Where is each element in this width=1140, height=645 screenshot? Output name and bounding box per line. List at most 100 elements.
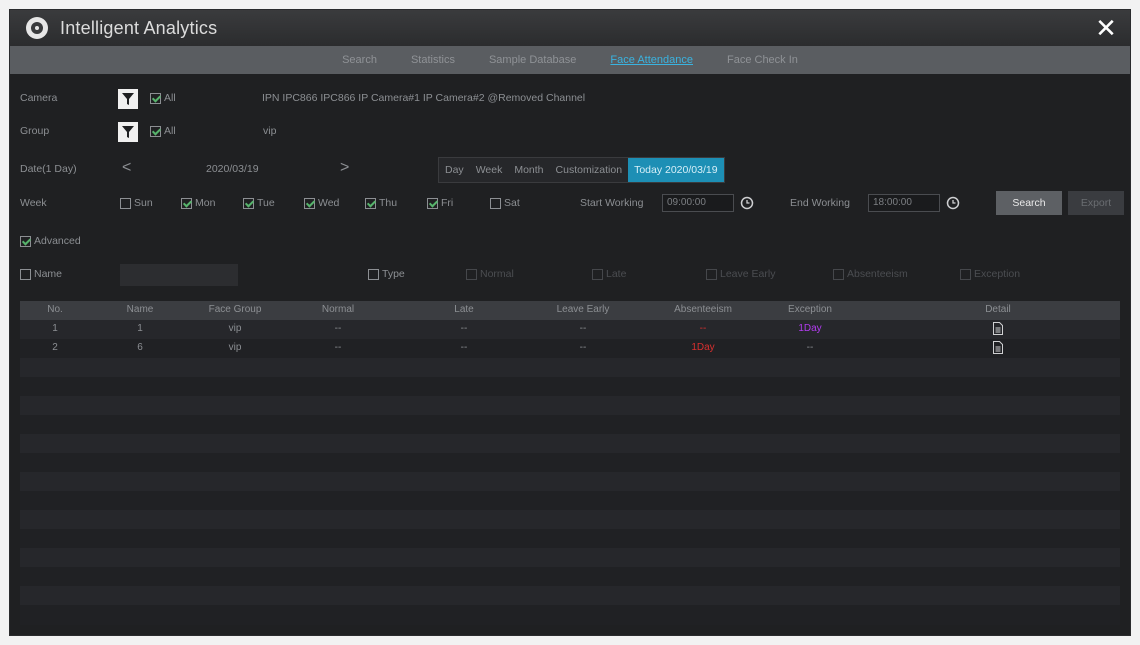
row-late: --	[460, 323, 468, 334]
clock-icon[interactable]	[946, 196, 960, 210]
day-mon-label: Mon	[195, 197, 216, 209]
period-month[interactable]: Month	[508, 158, 549, 182]
detail-document-icon[interactable]	[993, 341, 1003, 354]
type-leave-early-label: Leave Early	[720, 268, 776, 280]
name-checkbox[interactable]: Name	[20, 268, 62, 280]
date-value: 2020/03/19	[206, 163, 259, 175]
camera-filter-button[interactable]	[118, 89, 138, 109]
name-input[interactable]	[120, 264, 238, 286]
empty-row	[20, 548, 1120, 567]
search-button[interactable]: Search	[996, 191, 1062, 215]
period-day[interactable]: Day	[439, 158, 470, 182]
table-row[interactable]: 1 1 vip -- -- -- -- 1Day	[20, 320, 1120, 339]
week-row: Week Sun Mon Tue Wed Thu Fri Sat Start W…	[10, 191, 1130, 217]
checkbox-icon	[243, 197, 254, 209]
period-today[interactable]: Today 2020/03/19	[628, 158, 724, 182]
empty-table-rows	[20, 358, 1120, 605]
col-leave-early[interactable]: Leave Early	[557, 304, 610, 315]
group-filter-button[interactable]	[118, 122, 138, 142]
table-row[interactable]: 2 6 vip -- -- -- 1Day --	[20, 339, 1120, 358]
end-working-input[interactable]: 18:00:00	[868, 194, 940, 212]
day-sat-checkbox[interactable]: Sat	[490, 197, 520, 209]
camera-selection: IPN IPC866 IPC866 IP Camera#1 IP Camera#…	[262, 92, 586, 104]
checkbox-icon	[181, 197, 192, 209]
next-date-icon[interactable]: >	[340, 159, 349, 177]
end-working-label: End Working	[790, 197, 850, 209]
table-header: No. Name Face Group Normal Late Leave Ea…	[20, 301, 1120, 320]
date-row: Date(1 Day) < 2020/03/19 > Day Week Mont…	[10, 157, 1130, 183]
filter-icon	[122, 126, 134, 138]
row-group: vip	[228, 342, 242, 353]
day-sun-checkbox[interactable]: Sun	[120, 197, 153, 209]
empty-row	[20, 396, 1120, 415]
tab-bar: Search Statistics Sample Database Face A…	[10, 46, 1130, 74]
row-no: 2	[52, 342, 58, 353]
tab-search[interactable]: Search	[340, 50, 379, 70]
checkbox-icon	[368, 268, 379, 280]
period-customization[interactable]: Customization	[550, 158, 629, 182]
type-absenteeism-label: Absenteeism	[847, 268, 908, 280]
detail-document-icon[interactable]	[993, 322, 1003, 335]
tab-face-attendance[interactable]: Face Attendance	[608, 50, 695, 70]
filter-icon	[122, 93, 134, 105]
empty-row	[20, 453, 1120, 472]
group-all-checkbox[interactable]: All	[150, 125, 176, 137]
col-name[interactable]: Name	[127, 304, 154, 315]
checkbox-icon	[960, 268, 971, 280]
group-all-label: All	[164, 125, 176, 137]
type-leave-early-option[interactable]: Leave Early	[706, 268, 775, 280]
day-wed-label: Wed	[318, 197, 340, 209]
clock-icon[interactable]	[740, 196, 754, 210]
day-tue-checkbox[interactable]: Tue	[243, 197, 275, 209]
camera-row: Camera All IPN IPC866 IPC866 IP Camera#1…	[10, 86, 1130, 112]
col-no[interactable]: No.	[47, 304, 63, 315]
day-wed-checkbox[interactable]: Wed	[304, 197, 339, 209]
col-late[interactable]: Late	[454, 304, 473, 315]
checkbox-icon	[304, 197, 315, 209]
type-absenteeism-option[interactable]: Absenteeism	[833, 268, 908, 280]
row-normal: --	[334, 323, 342, 334]
type-normal-option[interactable]: Normal	[466, 268, 514, 280]
tab-statistics[interactable]: Statistics	[409, 50, 457, 70]
type-late-option[interactable]: Late	[592, 268, 626, 280]
start-working-input[interactable]: 09:00:00	[662, 194, 734, 212]
checkbox-icon	[150, 92, 161, 104]
col-absenteeism[interactable]: Absenteeism	[674, 304, 732, 315]
day-fri-checkbox[interactable]: Fri	[427, 197, 453, 209]
col-detail[interactable]: Detail	[985, 304, 1011, 315]
empty-row	[20, 567, 1120, 586]
checkbox-icon	[20, 235, 31, 247]
row-name: 6	[137, 342, 143, 353]
period-week[interactable]: Week	[470, 158, 509, 182]
name-type-row: Name Type Normal Late Leave Early Absent…	[10, 262, 1130, 288]
type-checkbox[interactable]: Type	[368, 268, 405, 280]
advanced-label: Advanced	[34, 235, 81, 247]
window-title: Intelligent Analytics	[60, 17, 218, 38]
export-button[interactable]: Export	[1068, 191, 1124, 215]
day-fri-label: Fri	[441, 197, 454, 209]
col-exception[interactable]: Exception	[788, 304, 832, 315]
day-thu-checkbox[interactable]: Thu	[365, 197, 397, 209]
camera-all-checkbox[interactable]: All	[150, 92, 176, 104]
empty-row	[20, 377, 1120, 396]
prev-date-icon[interactable]: <	[122, 159, 131, 177]
type-exception-label: Exception	[974, 268, 1021, 280]
empty-row	[20, 415, 1120, 434]
checkbox-icon	[120, 197, 131, 209]
tab-face-check-in[interactable]: Face Check In	[725, 50, 800, 70]
col-normal[interactable]: Normal	[322, 304, 354, 315]
empty-row	[20, 434, 1120, 453]
type-exception-option[interactable]: Exception	[960, 268, 1020, 280]
checkbox-icon	[427, 197, 438, 209]
close-icon[interactable]: ✕	[1092, 14, 1120, 42]
attendance-table: No. Name Face Group Normal Late Leave Ea…	[20, 301, 1120, 625]
col-face-group[interactable]: Face Group	[209, 304, 262, 315]
date-label: Date(1 Day)	[20, 163, 77, 175]
row-no: 1	[52, 323, 58, 334]
tab-sample-database[interactable]: Sample Database	[487, 50, 578, 70]
advanced-checkbox[interactable]: Advanced	[20, 235, 81, 247]
checkbox-icon	[20, 268, 31, 280]
empty-row	[20, 586, 1120, 605]
day-mon-checkbox[interactable]: Mon	[181, 197, 215, 209]
checkbox-icon	[466, 268, 477, 280]
